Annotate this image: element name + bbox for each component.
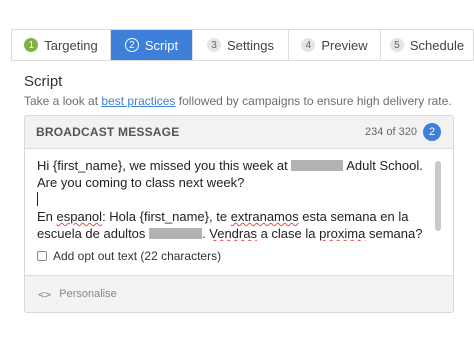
character-counter: 234 of 320 2: [365, 123, 441, 141]
misspelled-word: Vendras: [209, 226, 257, 241]
card-title: BROADCAST MESSAGE: [36, 125, 180, 139]
char-count: 234 of 320: [365, 126, 417, 138]
opt-out-checkbox[interactable]: [37, 251, 47, 261]
best-practices-link[interactable]: best practices: [101, 94, 175, 108]
tab-label: Schedule: [409, 37, 465, 53]
tab-preview[interactable]: 4 Preview: [289, 30, 381, 60]
opt-out-label: Add opt out text (22 characters): [53, 249, 222, 263]
message-text: semana?: [365, 226, 423, 241]
tab-script[interactable]: 2 Script: [111, 30, 193, 60]
tab-settings[interactable]: 3 Settings: [193, 30, 289, 60]
segment-count-badge: 2: [423, 123, 441, 141]
redacted-text: [291, 160, 344, 171]
message-text: : Hola {first_name}, te: [102, 209, 231, 224]
message-text: a clase la: [256, 226, 320, 241]
misspelled-word: proxima: [319, 226, 366, 241]
message-text: En: [37, 209, 57, 224]
code-icon: <>: [38, 287, 52, 301]
opt-out-option[interactable]: Add opt out text (22 characters): [37, 249, 453, 263]
description-text: followed by campaigns to ensure high del…: [175, 94, 452, 108]
empty-line: [37, 191, 441, 208]
tab-label: Preview: [321, 37, 368, 53]
misspelled-word: extranamos: [230, 209, 299, 224]
tab-label: Script: [144, 37, 179, 53]
tab-label: Settings: [227, 37, 274, 53]
redacted-text: [149, 228, 203, 239]
wizard-steps: 1 Targeting 2 Script 3 Settings 4 Previe…: [11, 29, 474, 61]
card-header: BROADCAST MESSAGE 234 of 320 2: [25, 116, 453, 149]
section-title: Script: [24, 73, 63, 90]
step-number: 2: [124, 38, 139, 52]
message-text: Hi {first_name}, we missed you this week…: [37, 158, 292, 173]
description-text: Take a look at: [24, 94, 102, 108]
step-number: 4: [301, 38, 316, 52]
tab-schedule[interactable]: 5 Schedule: [381, 30, 473, 60]
section-description: Take a look at best practices followed b…: [24, 94, 452, 108]
tab-targeting[interactable]: 1 Targeting: [12, 30, 111, 60]
card-footer: <> Personalise: [25, 275, 453, 312]
step-number: 3: [207, 38, 221, 52]
text-cursor: [37, 192, 38, 206]
broadcast-message-card: BROADCAST MESSAGE 234 of 320 2 Hi {first…: [24, 115, 454, 313]
message-line-spanish: En espanol: Hola {first_name}, te extran…: [37, 208, 441, 241]
editor-scrollbar[interactable]: [435, 161, 441, 231]
step-number: 5: [389, 38, 404, 52]
tab-label: Targeting: [44, 37, 98, 53]
message-editor[interactable]: Hi {first_name}, we missed you this week…: [37, 157, 441, 241]
message-line-english: Hi {first_name}, we missed you this week…: [37, 157, 441, 191]
misspelled-word: espanol: [56, 209, 103, 224]
personalise-button[interactable]: Personalise: [59, 288, 116, 300]
step-number: 1: [24, 38, 39, 52]
